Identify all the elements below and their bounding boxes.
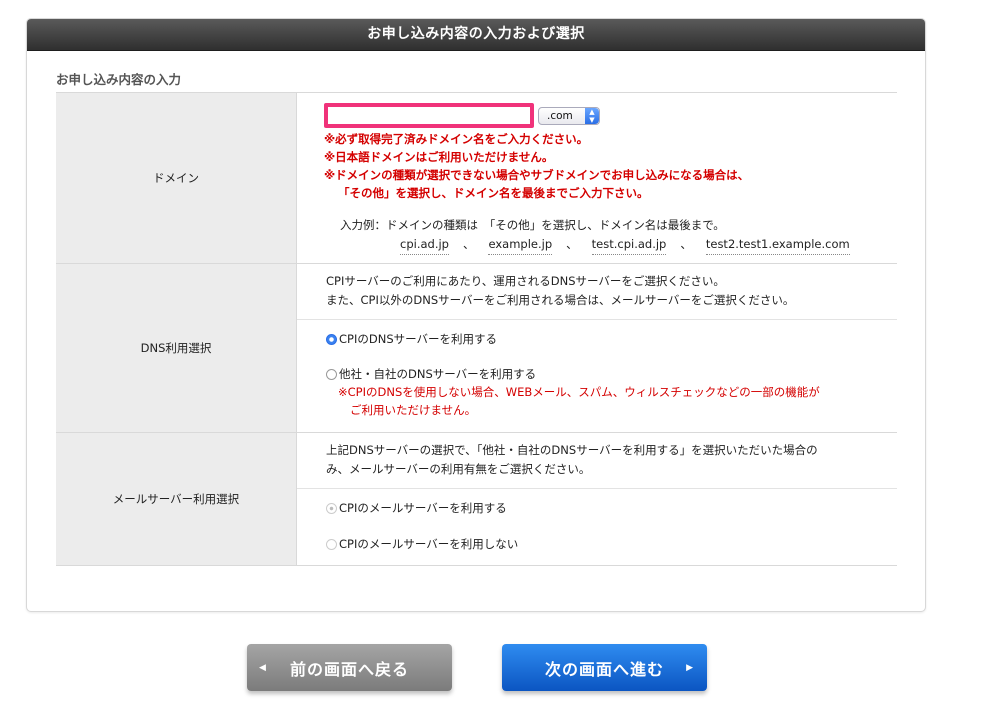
domain-note-3: ※ドメインの種類が選択できない場合やサブドメインでお申し込みになる場合は、 — [324, 168, 750, 182]
section-title: お申し込み内容の入力 — [56, 72, 182, 87]
example-separator: 、 — [566, 237, 578, 251]
back-button[interactable]: ◀ 前の画面へ戻る — [247, 644, 452, 691]
example-item: test.cpi.ad.jp — [591, 235, 667, 255]
mail-options: CPIのメールサーバーを利用する CPIのメールサーバーを利用しない — [297, 488, 897, 553]
domain-input[interactable] — [324, 103, 534, 128]
panel-header: お申し込み内容の入力および選択 — [27, 19, 925, 51]
example-item: example.jp — [488, 235, 553, 255]
arrow-left-icon: ◀ — [259, 663, 267, 673]
domain-note-4: 「その他」を選択し、ドメイン名を最後までご入力下さい。 — [338, 186, 649, 200]
domain-note-1: ※必ず取得完了済みドメイン名をご入力ください。 — [324, 132, 589, 146]
dns-description: CPIサーバーのご利用にあたり、運用されるDNSサーバーをご選択ください。 また… — [297, 264, 897, 319]
dns-option-other-label: 他社・自社のDNSサーバーを利用する — [339, 367, 537, 381]
dns-description-line-2: また、CPI以外のDNSサーバーをご利用される場合は、メールサーバーをご選択くだ… — [326, 293, 795, 307]
mail-option-use-label: CPIのメールサーバーを利用する — [339, 501, 507, 515]
dns-option-cpi-label: CPIのDNSサーバーを利用する — [339, 332, 497, 346]
dns-options: CPIのDNSサーバーを利用する 他社・自社のDNSサーバーを利用する ※CPI… — [297, 319, 897, 419]
example-separator: 、 — [680, 237, 692, 251]
mail-description-line-1: 上記DNSサーバーの選択で、「他社・自社のDNSサーバーを利用する」を選択いただ… — [326, 443, 818, 457]
chevron-updown-icon: ▲ ▼ — [585, 107, 599, 124]
dns-option-cpi[interactable]: CPIのDNSサーバーを利用する — [326, 330, 897, 348]
form-table: ドメイン .com ▲ ▼ ※必ず取得完了済みドメイン名をご入力ください。 ※日本… — [56, 92, 897, 566]
example-item: cpi.ad.jp — [400, 235, 449, 255]
next-button[interactable]: 次の画面へ進む ▶ — [502, 644, 707, 691]
domain-label: ドメイン — [56, 93, 297, 263]
example-separator: 、 — [462, 237, 475, 251]
dns-warning-1: ※CPIのDNSを使用しない場合、WEBメール、スパム、ウィルスチェックなどの一… — [338, 385, 820, 399]
example-list: cpi.ad.jp 、 example.jp 、 test.cpi.ad.jp … — [340, 235, 897, 255]
radio-disabled-icon[interactable] — [326, 538, 337, 550]
domain-row: ドメイン .com ▲ ▼ ※必ず取得完了済みドメイン名をご入力ください。 ※日本… — [56, 93, 897, 264]
dns-content: CPIサーバーのご利用にあたり、運用されるDNSサーバーをご選択ください。 また… — [297, 264, 897, 432]
dns-label: DNS利用選択 — [56, 264, 297, 432]
dns-description-line-1: CPIサーバーのご利用にあたり、運用されるDNSサーバーをご選択ください。 — [326, 274, 725, 288]
mail-option-use[interactable]: CPIのメールサーバーを利用する — [326, 499, 897, 517]
radio-unchecked-icon[interactable] — [326, 368, 337, 380]
dns-option-other[interactable]: 他社・自社のDNSサーバーを利用する — [326, 365, 897, 383]
next-button-label: 次の画面へ進む — [544, 659, 664, 679]
application-panel: お申し込み内容の入力および選択 お申し込み内容の入力 ドメイン .com ▲ ▼ … — [26, 18, 926, 612]
mail-row: メールサーバー利用選択 上記DNSサーバーの選択で、「他社・自社のDNSサーバー… — [56, 433, 897, 566]
mail-option-not-use[interactable]: CPIのメールサーバーを利用しない — [326, 535, 897, 553]
tld-selected-value: .com — [547, 109, 573, 122]
mail-description: 上記DNSサーバーの選択で、「他社・自社のDNSサーバーを利用する」を選択いただ… — [297, 433, 897, 488]
mail-label: メールサーバー利用選択 — [56, 433, 297, 565]
radio-checked-icon[interactable] — [326, 333, 337, 345]
example-intro: 入力例：ドメインの種類は 「その他」を選択し、ドメイン名は最後まで。 — [340, 218, 725, 232]
arrow-right-icon: ▶ — [686, 663, 694, 673]
mail-content: 上記DNSサーバーの選択で、「他社・自社のDNSサーバーを利用する」を選択いただ… — [297, 433, 897, 565]
domain-example: 入力例：ドメインの種類は 「その他」を選択し、ドメイン名は最後まで。 cpi.a… — [324, 202, 897, 267]
domain-input-line: .com ▲ ▼ — [324, 93, 897, 128]
domain-content: .com ▲ ▼ ※必ず取得完了済みドメイン名をご入力ください。 ※日本語ドメイン… — [297, 93, 897, 263]
tld-select[interactable]: .com ▲ ▼ — [538, 106, 600, 125]
example-item: test2.test1.example.com — [705, 235, 850, 255]
mail-description-line-2: み、メールサーバーの利用有無をご選択ください。 — [326, 462, 591, 476]
domain-note-2: ※日本語ドメインはご利用いただけません。 — [324, 150, 554, 164]
dns-row: DNS利用選択 CPIサーバーのご利用にあたり、運用されるDNSサーバーをご選択… — [56, 264, 897, 433]
dns-warning-2: ご利用いただけません。 — [350, 403, 477, 417]
radio-disabled-icon[interactable] — [326, 502, 337, 514]
mail-option-not-use-label: CPIのメールサーバーを利用しない — [339, 537, 519, 551]
back-button-label: 前の画面へ戻る — [289, 659, 409, 679]
